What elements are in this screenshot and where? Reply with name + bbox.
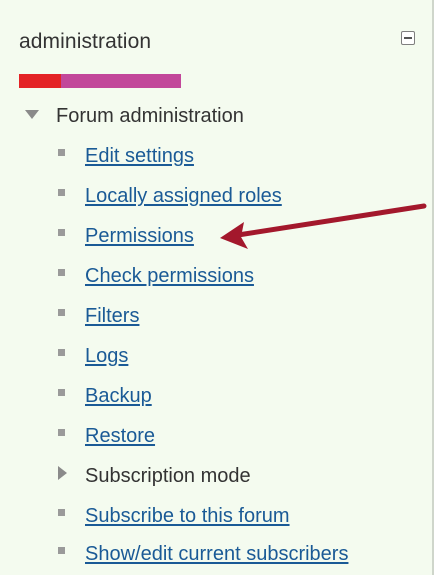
bullet-icon bbox=[58, 268, 65, 276]
expanded-triangle-icon[interactable] bbox=[25, 109, 39, 119]
tree-item-subscribers: Show/edit current subscribers bbox=[58, 539, 348, 569]
color-bar bbox=[19, 74, 181, 88]
restore-link[interactable]: Restore bbox=[85, 425, 155, 448]
check-permissions-link[interactable]: Check permissions bbox=[85, 265, 254, 288]
bullet-icon bbox=[58, 188, 65, 196]
tree-item-logs: Logs bbox=[58, 341, 128, 371]
color-bar-red bbox=[19, 74, 61, 88]
tree-node-subscription-mode[interactable]: Subscription mode bbox=[58, 461, 251, 491]
bullet-icon bbox=[58, 508, 65, 516]
bullet-icon bbox=[58, 388, 65, 396]
tree-item-subscribe: Subscribe to this forum bbox=[58, 501, 290, 531]
backup-link[interactable]: Backup bbox=[85, 385, 152, 408]
tree-item-locally-assigned-roles: Locally assigned roles bbox=[58, 181, 282, 211]
tree-item-permissions: Permissions bbox=[58, 221, 194, 251]
tree-item-edit-settings: Edit settings bbox=[58, 141, 194, 171]
bullet-icon bbox=[58, 148, 65, 156]
block-header: administration bbox=[19, 28, 429, 62]
subscribe-to-forum-link[interactable]: Subscribe to this forum bbox=[85, 505, 290, 528]
collapsed-triangle-icon[interactable] bbox=[58, 466, 67, 480]
subscription-mode-label[interactable]: Subscription mode bbox=[85, 465, 251, 488]
administration-block: administration Forum administration Edit… bbox=[0, 0, 434, 575]
permissions-link[interactable]: Permissions bbox=[85, 225, 194, 248]
minus-box-icon[interactable] bbox=[401, 31, 415, 45]
tree-item-restore: Restore bbox=[58, 421, 155, 451]
filters-link[interactable]: Filters bbox=[85, 305, 139, 328]
color-bar-pink bbox=[61, 74, 181, 88]
bullet-icon bbox=[58, 348, 65, 356]
tree-item-check-permissions: Check permissions bbox=[58, 261, 254, 291]
edit-settings-link[interactable]: Edit settings bbox=[85, 145, 194, 168]
bullet-icon bbox=[58, 428, 65, 436]
tree-item-filters: Filters bbox=[58, 301, 139, 331]
tree-root-label: Forum administration bbox=[56, 104, 244, 127]
logs-link[interactable]: Logs bbox=[85, 345, 128, 368]
locally-assigned-roles-link[interactable]: Locally assigned roles bbox=[85, 185, 282, 208]
block-title: administration bbox=[19, 30, 152, 53]
tree-item-backup: Backup bbox=[58, 381, 152, 411]
show-edit-subscribers-link[interactable]: Show/edit current subscribers bbox=[85, 543, 348, 566]
bullet-icon bbox=[58, 308, 65, 316]
tree-node-forum-administration[interactable]: Forum administration bbox=[25, 101, 244, 131]
bullet-icon bbox=[58, 546, 65, 554]
bullet-icon bbox=[58, 228, 65, 236]
